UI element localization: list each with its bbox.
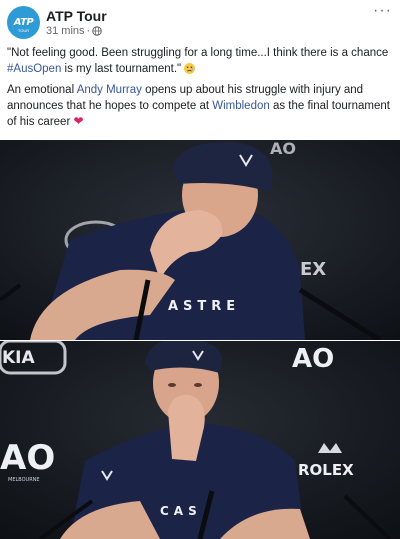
photo-2-shirt-text: CAS bbox=[160, 504, 202, 518]
page-name-link[interactable]: ATP Tour bbox=[46, 8, 107, 24]
post-header: ATP TOUR ATP Tour 31 mins · ··· bbox=[0, 0, 400, 44]
photo-2-ao-logo-left: AO bbox=[0, 438, 55, 478]
globe-icon bbox=[92, 26, 103, 36]
post-timestamp[interactable]: 31 mins bbox=[46, 25, 85, 37]
atp-tour-avatar[interactable]: ATP TOUR bbox=[7, 6, 40, 39]
post-photo-2[interactable]: KIA AO AO MELBOURNE ROLEX CAS bbox=[0, 341, 400, 539]
photo-2-kia-logo: KIA bbox=[2, 348, 35, 368]
ausopen-hashtag-link[interactable]: #AusOpen bbox=[7, 63, 61, 75]
photo-1-shirt-text: ASTRE bbox=[168, 299, 240, 314]
red-heart-emoji-icon: ❤ bbox=[73, 114, 84, 128]
post-meta: 31 mins · bbox=[46, 25, 103, 37]
description-paragraph: An emotional Andy Murray opens up about … bbox=[7, 83, 395, 131]
photo-1-ao-logo: AO bbox=[270, 140, 296, 158]
andy-murray-link[interactable]: Andy Murray bbox=[77, 84, 142, 96]
avatar-logo-subtext: TOUR bbox=[17, 28, 30, 33]
photo-2-ao-logo-top: AO bbox=[292, 344, 334, 374]
avatar-logo-text: ATP bbox=[13, 17, 34, 28]
more-options-icon[interactable]: ··· bbox=[373, 3, 392, 19]
quote-paragraph: "Not feeling good. Been struggling for a… bbox=[7, 46, 395, 77]
meta-separator: · bbox=[86, 25, 91, 37]
wimbledon-link[interactable]: Wimbledon bbox=[212, 100, 270, 112]
post-text: "Not feeling good. Been struggling for a… bbox=[7, 46, 395, 137]
sad-face-emoji-icon bbox=[184, 62, 196, 74]
quote-text-end: is my last tournament." bbox=[61, 62, 182, 75]
photo-1-illustration: AO EX ASTRE bbox=[0, 140, 400, 340]
photo-2-ao-subtext: MELBOURNE bbox=[8, 477, 40, 483]
photo-1-rolex-text: EX bbox=[300, 259, 326, 280]
post-photo-1[interactable]: AO EX ASTRE bbox=[0, 140, 400, 340]
photo-2-rolex-text: ROLEX bbox=[298, 461, 354, 479]
description-text-start: An emotional bbox=[7, 84, 77, 96]
photo-2-eye-left bbox=[168, 383, 176, 387]
quote-text-start: "Not feeling good. Been struggling for a… bbox=[7, 47, 389, 59]
photo-2-illustration: KIA AO AO MELBOURNE ROLEX CAS bbox=[0, 341, 400, 539]
photo-2-eye-right bbox=[194, 383, 202, 387]
